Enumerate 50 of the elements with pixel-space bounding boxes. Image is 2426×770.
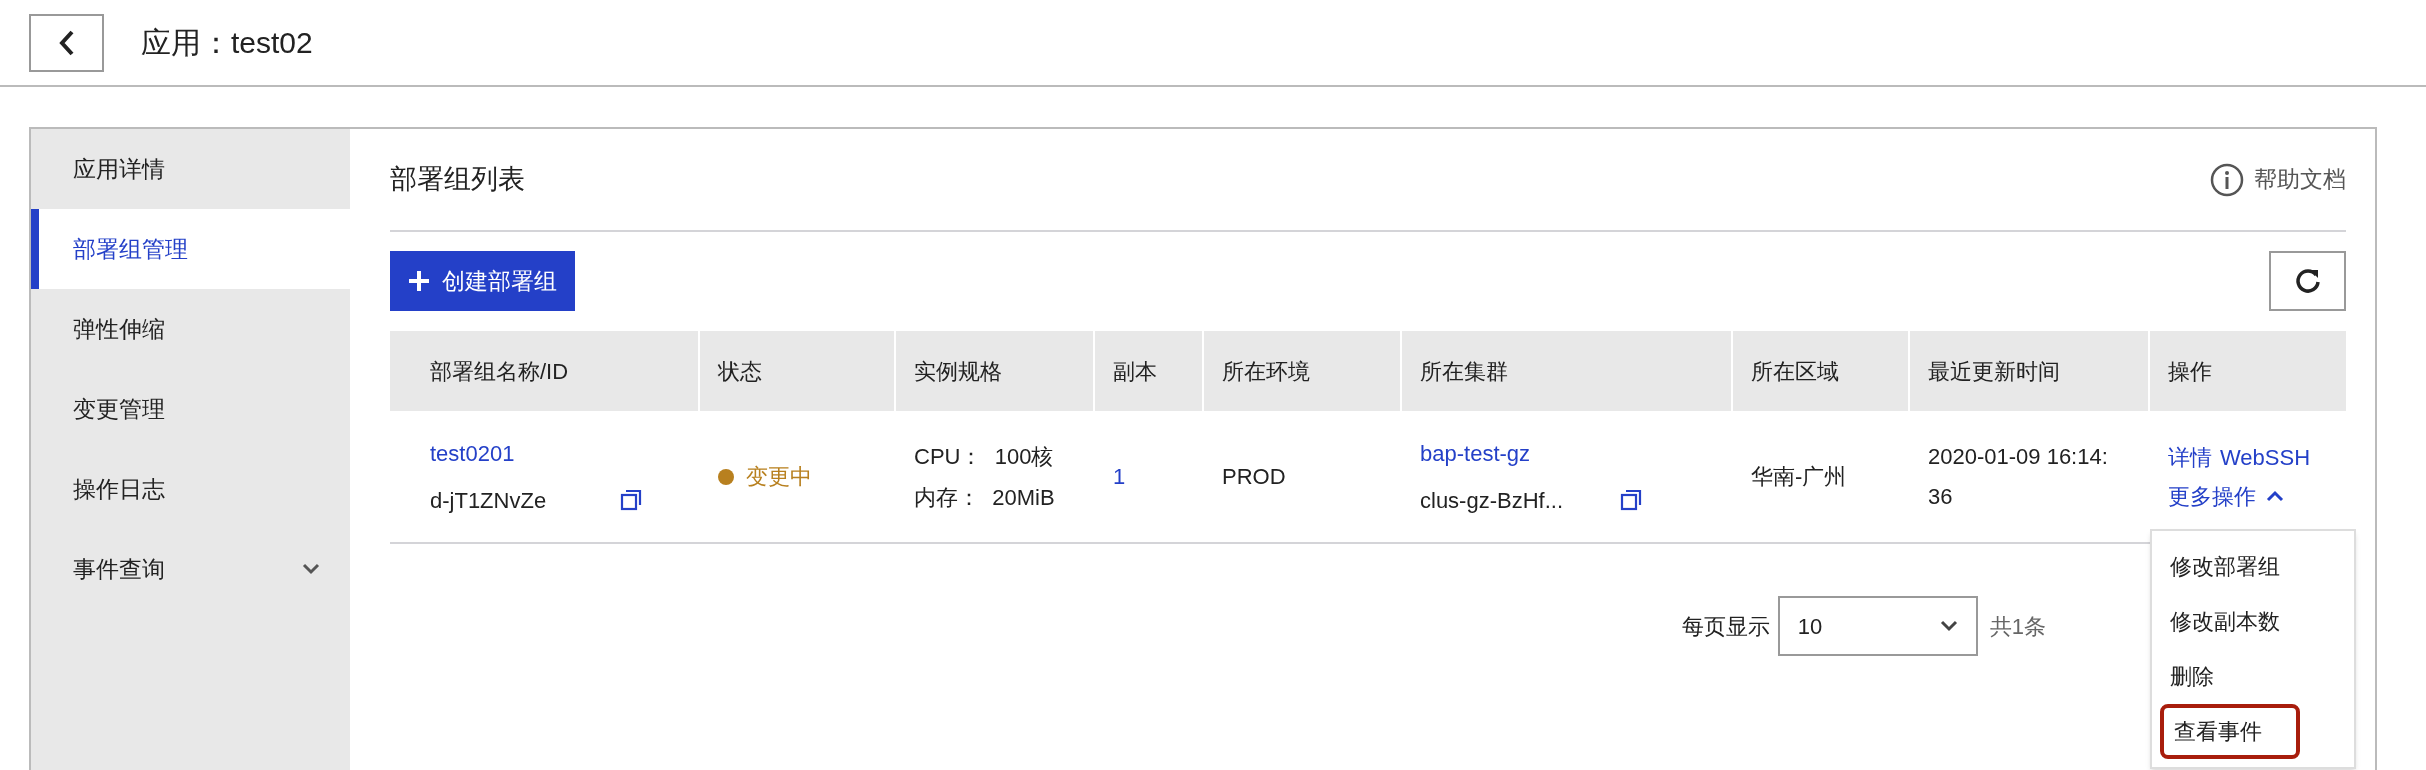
cluster-id: clus-gz-BzHf... <box>1420 486 1565 515</box>
column-header: 操作 <box>2168 357 2212 386</box>
column-header: 最近更新时间 <box>1928 357 2060 386</box>
chevron-down-icon <box>302 563 320 575</box>
menu-item[interactable]: 查看事件 <box>2160 704 2300 759</box>
page-size-select[interactable]: 10 <box>1777 596 1978 656</box>
chevron-down-icon <box>1939 620 1958 632</box>
sidebar-item[interactable]: 弹性伸缩 <box>31 289 350 369</box>
menu-item[interactable]: 删除 <box>2160 649 2346 704</box>
copy-icon[interactable] <box>1620 489 1642 511</box>
sidebar-item[interactable]: 事件查询 <box>31 529 350 609</box>
chevron-up-icon <box>2266 490 2284 502</box>
deployment-group-id: d-jT1ZNvZe <box>430 486 548 515</box>
section-title: 部署组列表 <box>390 163 525 197</box>
status-text: 变更中 <box>746 463 812 491</box>
info-icon <box>2210 162 2244 197</box>
plus-icon <box>408 270 430 292</box>
menu-item[interactable]: 修改副本数 <box>2160 594 2346 649</box>
sidebar-item[interactable]: 操作日志 <box>31 449 350 529</box>
deployment-group-link[interactable]: test0201 <box>430 436 700 470</box>
page-title: 应用：test02 <box>141 25 313 61</box>
column-header: 副本 <box>1113 357 1157 386</box>
spec-text: CPU： 100核 <box>914 442 1055 471</box>
back-icon <box>57 28 76 57</box>
menu-item[interactable]: 修改部署组 <box>2160 539 2346 594</box>
page-size-label: 每页显示 <box>1681 612 1770 641</box>
copy-icon[interactable] <box>620 489 642 511</box>
sidebar-item[interactable]: 变更管理 <box>31 369 350 449</box>
action-link[interactable]: 详情 <box>2168 440 2212 474</box>
cluster-link[interactable]: bap-test-gz <box>1420 436 1733 470</box>
column-header: 部署组名称/ID <box>430 357 569 386</box>
action-link[interactable]: WebSSH <box>2220 440 2311 474</box>
column-header: 实例规格 <box>914 357 1002 386</box>
refresh-button[interactable] <box>2269 251 2346 311</box>
column-header: 所在环境 <box>1222 357 1310 386</box>
total-count: 共1条 <box>1989 612 2046 641</box>
sidebar-item[interactable]: 部署组管理 <box>31 209 350 289</box>
create-button[interactable]: 创建部署组 <box>390 251 575 311</box>
region-text: 华南-广州 <box>1751 463 1847 491</box>
sidebar-item[interactable]: 应用详情 <box>31 129 350 209</box>
back-button[interactable] <box>29 13 104 72</box>
updated-time: 2020-01-09 16:14:36 <box>1928 442 2108 511</box>
spec-text: 内存： 20MiB <box>914 483 1056 512</box>
column-header: 所在集群 <box>1420 357 1508 386</box>
replicas-link[interactable]: 1 <box>1113 460 1126 493</box>
environment-text: PROD <box>1222 463 1286 491</box>
column-header: 状态 <box>718 357 762 386</box>
help-link[interactable]: 帮助文档 <box>2210 162 2346 197</box>
more-actions-button[interactable]: 更多操作 <box>2168 479 2284 513</box>
column-header: 所在区域 <box>1751 357 1839 386</box>
